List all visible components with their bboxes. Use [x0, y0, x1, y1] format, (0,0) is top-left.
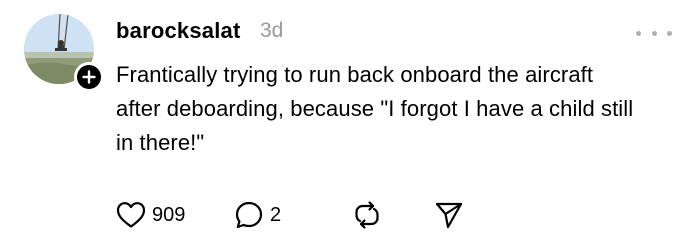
avatar-container	[24, 14, 104, 92]
more-dot	[667, 30, 672, 36]
username[interactable]: barocksalat	[116, 18, 241, 44]
repost-icon	[355, 201, 379, 229]
post-text: Frantically trying to run back onboard t…	[116, 62, 634, 155]
reply-button[interactable]: 2	[234, 200, 281, 230]
share-button[interactable]	[434, 200, 464, 230]
more-options-button[interactable]	[636, 26, 672, 40]
heart-icon	[116, 202, 146, 228]
comment-bubble-icon	[235, 201, 263, 229]
post-card: barocksalat 3d Frantically trying to run…	[0, 0, 700, 245]
plus-icon	[82, 70, 96, 84]
repost-button[interactable]	[352, 200, 382, 230]
follow-button[interactable]	[74, 62, 104, 92]
timestamp: 3d	[260, 19, 284, 42]
send-icon	[435, 202, 463, 229]
more-dot	[651, 30, 657, 36]
action-bar: 909 2	[116, 200, 676, 230]
like-count: 909	[152, 203, 186, 226]
more-dot	[636, 30, 641, 36]
like-button[interactable]: 909	[116, 200, 185, 230]
reply-count: 2	[270, 203, 282, 226]
